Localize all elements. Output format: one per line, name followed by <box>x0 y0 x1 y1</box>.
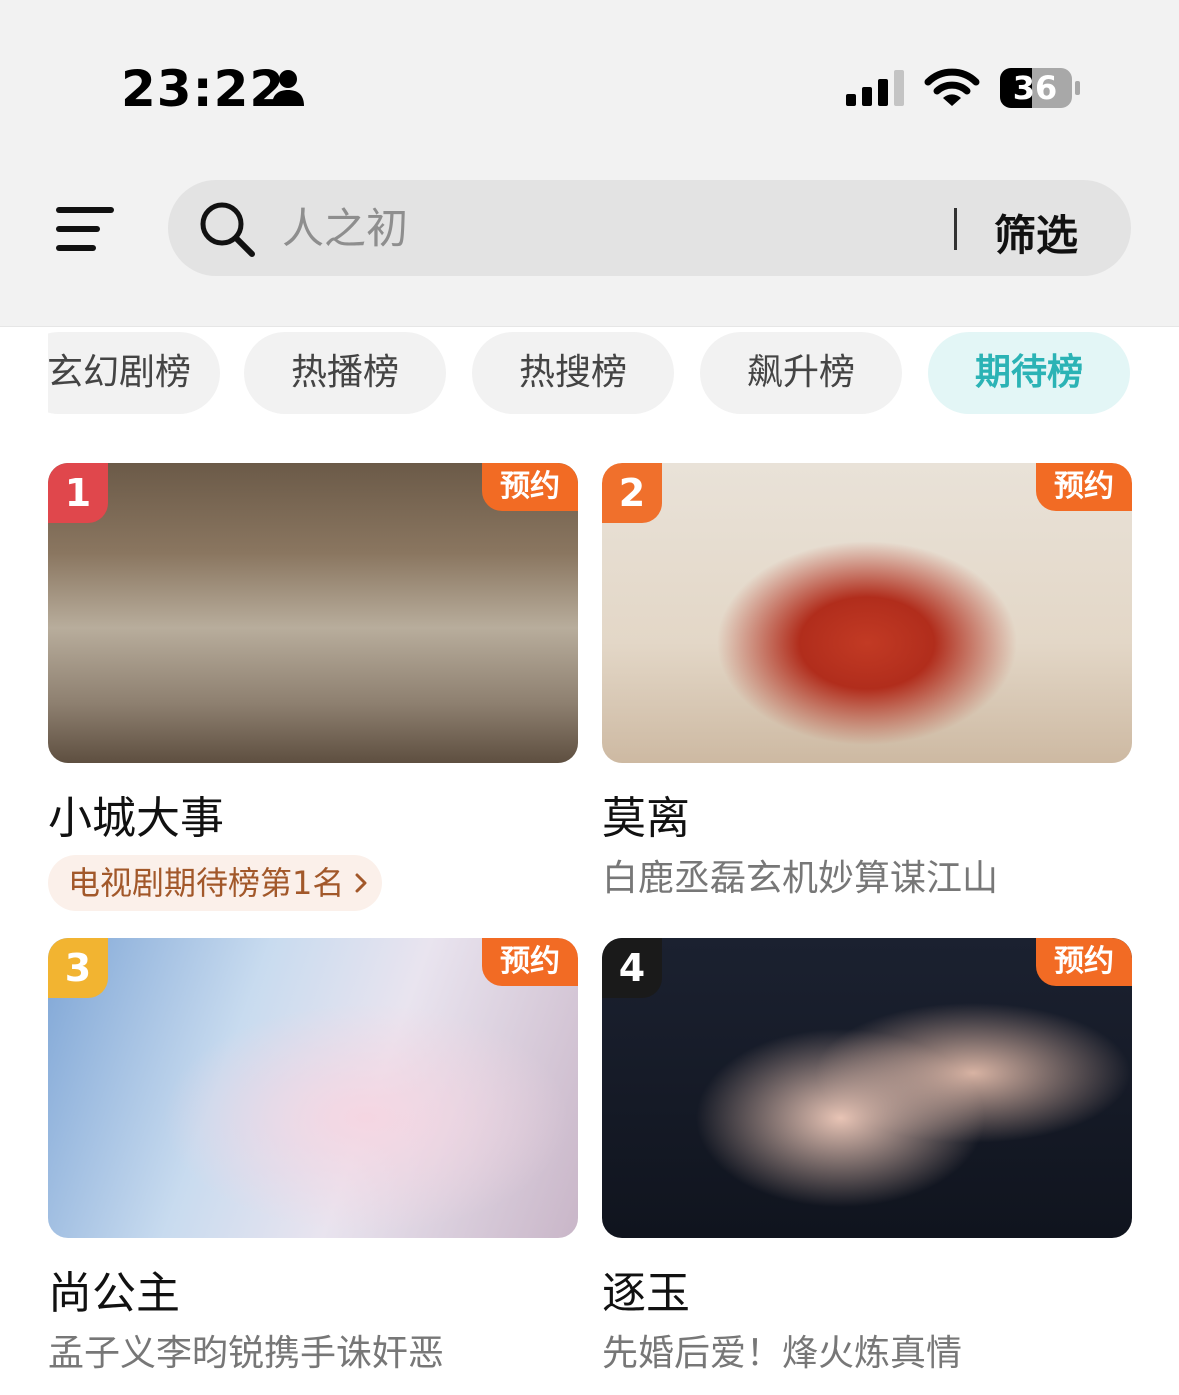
rank-badge: 1 <box>48 463 108 523</box>
reserve-badge[interactable]: 预约 <box>1036 938 1132 986</box>
search-input[interactable] <box>282 200 922 256</box>
search-bar[interactable]: 筛选 <box>168 180 1131 276</box>
drama-poster[interactable]: 3 预约 <box>48 938 578 1238</box>
rank-pill[interactable]: 电视剧期待榜第1名 <box>48 855 383 911</box>
drama-poster[interactable]: 2 预约 <box>602 463 1132 763</box>
filter-button[interactable]: 筛选 <box>994 202 1078 263</box>
wifi-icon <box>924 68 980 106</box>
battery-level: 36 <box>1012 69 1058 107</box>
status-time: 23:22 <box>121 60 286 118</box>
top-header: 23:22 36 筛选 <box>0 0 1179 327</box>
drama-subtitle: 先婚后爱！烽火炼真情 <box>602 1333 963 1374</box>
drama-subtitle: 白鹿丞磊玄机妙算谋江山 <box>602 858 999 899</box>
rank-badge: 2 <box>602 463 662 523</box>
drama-title: 逐玉 <box>602 1268 690 1319</box>
ranking-tabs: 玄幻剧榜 热播榜 热搜榜 飙升榜 期待榜 <box>48 332 1179 414</box>
rank-badge: 4 <box>602 938 662 998</box>
rank-pill-label: 电视剧期待榜第1名 <box>68 864 345 902</box>
tab-hot-search[interactable]: 热搜榜 <box>472 332 674 414</box>
reserve-badge[interactable]: 预约 <box>1036 463 1132 511</box>
drama-title: 尚公主 <box>48 1268 180 1319</box>
tab-rising[interactable]: 飙升榜 <box>700 332 902 414</box>
drama-title: 莫离 <box>602 793 690 844</box>
drama-poster[interactable]: 1 预约 <box>48 463 578 763</box>
drama-card[interactable]: 1 预约 小城大事 电视剧期待榜第1名 <box>48 463 578 911</box>
person-icon <box>272 70 304 106</box>
tab-anticipated[interactable]: 期待榜 <box>928 332 1130 414</box>
signal-icon <box>846 70 904 106</box>
battery-icon: 36 <box>998 66 1082 110</box>
chevron-right-icon <box>355 873 367 893</box>
rank-badge: 3 <box>48 938 108 998</box>
drama-card[interactable]: 3 预约 尚公主 孟子义李昀锐携手诛奸恶 <box>48 938 578 1378</box>
search-icon[interactable] <box>198 200 256 258</box>
tab-fantasy[interactable]: 玄幻剧榜 <box>48 332 220 414</box>
reserve-badge[interactable]: 预约 <box>482 463 578 511</box>
search-divider <box>954 208 957 250</box>
menu-icon[interactable] <box>52 205 116 251</box>
drama-subtitle: 孟子义李昀锐携手诛奸恶 <box>48 1333 445 1374</box>
drama-card[interactable]: 2 预约 莫离 白鹿丞磊玄机妙算谋江山 <box>602 463 1132 903</box>
tab-hot-play[interactable]: 热播榜 <box>244 332 446 414</box>
drama-title: 小城大事 <box>48 793 224 844</box>
drama-poster[interactable]: 4 预约 <box>602 938 1132 1238</box>
drama-card[interactable]: 4 预约 逐玉 先婚后爱！烽火炼真情 <box>602 938 1132 1378</box>
reserve-badge[interactable]: 预约 <box>482 938 578 986</box>
